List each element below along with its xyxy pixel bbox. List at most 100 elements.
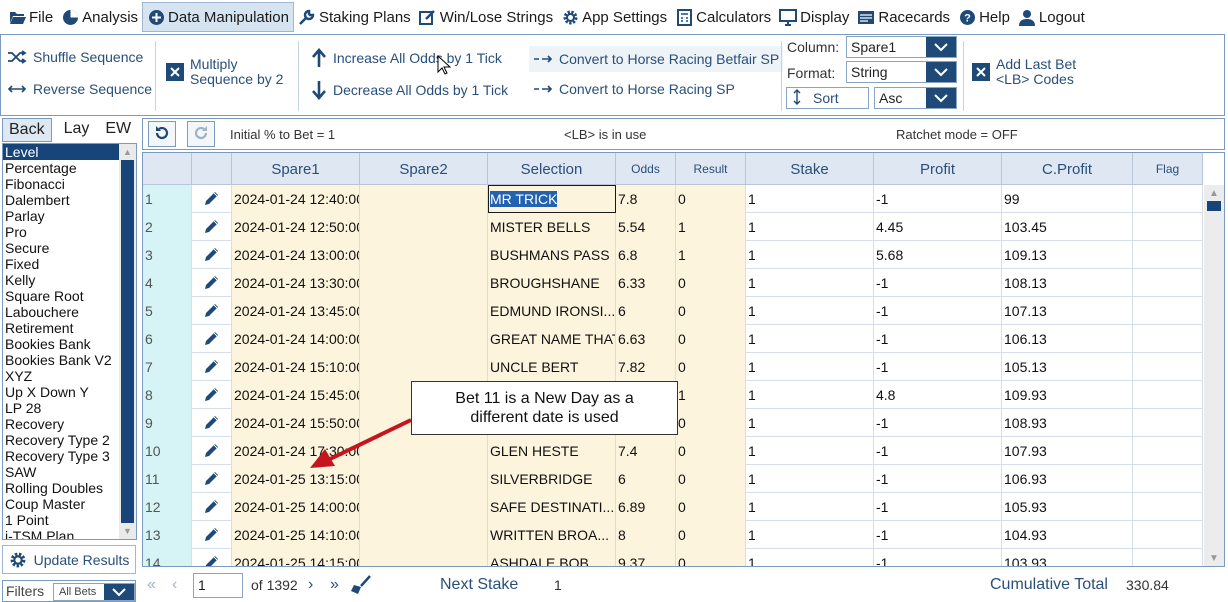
menu-logout[interactable]: Logout [1014,2,1089,32]
cprofit-cell[interactable]: 103.45 [1002,213,1133,241]
spare1-cell[interactable]: 2024-01-25 14:00:00 [232,493,360,521]
cprofit-cell[interactable]: 106.93 [1002,465,1133,493]
spare2-cell[interactable] [360,213,488,241]
profit-cell[interactable]: -1 [874,437,1002,465]
staking-plan-item[interactable]: LP 28 [3,400,136,416]
edit-cell[interactable] [192,325,232,353]
decrease-odds-button[interactable]: Decrease All Odds by 1 Tick [311,80,508,100]
staking-plan-item[interactable]: Pro [3,224,136,240]
shuffle-sequence-button[interactable]: Shuffle Sequence [7,49,143,65]
scroll-up-icon[interactable]: ▲ [119,144,136,160]
table-row[interactable]: 6 2024-01-24 14:00:00 GREAT NAME THAT 6.63 0… [143,325,1203,353]
row-number-cell[interactable]: 10 [143,437,192,465]
edit-cell[interactable] [192,521,232,549]
update-results-button[interactable]: Update Results [2,545,136,574]
flag-cell[interactable] [1133,213,1203,241]
flag-cell[interactable] [1133,409,1203,437]
staking-plan-item[interactable]: i-TSM Plan [3,528,136,539]
undo-button[interactable] [148,121,176,147]
edit-cell[interactable] [192,465,232,493]
edit-cell[interactable] [192,185,232,213]
prev-page-icon[interactable]: ‹ [172,576,177,594]
stake-cell[interactable]: 1 [746,381,874,409]
spare2-cell[interactable] [360,353,488,381]
scroll-down-icon[interactable]: ▼ [119,523,136,539]
staking-plan-item[interactable]: Recovery Type 2 [3,432,136,448]
staking-plan-item[interactable]: Fibonacci [3,176,136,192]
flag-cell[interactable] [1133,437,1203,465]
flag-cell[interactable] [1133,185,1203,213]
table-row[interactable]: 7 2024-01-24 15:10:00 UNCLE BERT 7.82 0 1 -1 10… [143,353,1203,381]
table-row[interactable]: 14 2024-01-25 14:15:00 ASHDALE BOB 9.37 0 1 -1… [143,549,1203,566]
spare1-cell[interactable]: 2024-01-24 17:30:00 [232,437,360,465]
profit-cell[interactable]: 5.68 [874,241,1002,269]
flag-cell[interactable] [1133,521,1203,549]
header-spare2[interactable]: Spare2 [360,153,488,185]
odds-cell[interactable]: 7.82 [616,353,676,381]
tab-ew[interactable]: EW [99,118,137,142]
header-result[interactable]: Result [676,153,746,185]
scrollbar-thumb[interactable] [121,160,134,523]
pencil-icon[interactable] [203,301,221,322]
edit-cell[interactable] [192,437,232,465]
staking-plan-item[interactable]: SAW [3,464,136,480]
profit-cell[interactable]: -1 [874,185,1002,213]
edit-cell[interactable] [192,241,232,269]
table-row[interactable]: 4 2024-01-24 13:30:00 BROUGHSHANE 6.33 0 1 -1 1… [143,269,1203,297]
add-last-bet-button[interactable]: Add Last Bet <LB> Codes [972,57,1076,87]
result-cell[interactable]: 0 [676,549,746,566]
selection-cell[interactable]: BUSHMANS PASS [488,241,616,269]
stake-cell[interactable]: 1 [746,269,874,297]
row-number-cell[interactable]: 4 [143,269,192,297]
stake-cell[interactable]: 1 [746,185,874,213]
grid-scrollbar[interactable]: ▲ ▼ [1204,185,1224,566]
pencil-icon[interactable] [203,497,221,518]
odds-cell[interactable]: 9.37 [616,549,676,566]
stake-cell[interactable]: 1 [746,241,874,269]
convert-sp-button[interactable]: Convert to Horse Racing SP [533,81,735,97]
staking-plan-item[interactable]: Parlay [3,208,136,224]
odds-cell[interactable]: 8 [616,521,676,549]
cprofit-cell[interactable]: 106.13 [1002,325,1133,353]
staking-plan-item[interactable]: 1 Point [3,512,136,528]
menu-file[interactable]: File [4,2,57,32]
edit-cell[interactable] [192,269,232,297]
odds-cell[interactable]: 6 [616,297,676,325]
stake-cell[interactable]: 1 [746,437,874,465]
result-cell[interactable]: 0 [676,409,746,437]
cprofit-cell[interactable]: 105.13 [1002,353,1133,381]
edit-cell[interactable] [192,493,232,521]
header-flag[interactable]: Flag [1133,153,1203,185]
staking-plan-item[interactable]: Secure [3,240,136,256]
stake-cell[interactable]: 1 [746,521,874,549]
row-number-cell[interactable]: 12 [143,493,192,521]
row-number-cell[interactable]: 7 [143,353,192,381]
table-row[interactable]: 5 2024-01-24 13:45:00 EDMUND IRONSI... 6 0 1-… [143,297,1203,325]
flag-cell[interactable] [1133,493,1203,521]
spare2-cell[interactable] [360,549,488,566]
staking-plan-item[interactable]: Up X Down Y [3,384,136,400]
header-profit[interactable]: Profit [874,153,1002,185]
result-cell[interactable]: 1 [676,381,746,409]
table-row[interactable]: 1 2024-01-24 12:40:00 MR TRICK 7.8 0 1 -1 99 [143,185,1203,213]
scroll-down-icon[interactable]: ▼ [1204,550,1224,566]
tab-lay[interactable]: Lay [58,118,96,142]
result-cell[interactable]: 0 [676,437,746,465]
table-row[interactable]: 12 2024-01-25 14:00:00 SAFE DESTINATI... 6.… [143,493,1203,521]
table-row[interactable]: 10 2024-01-24 17:30:00 GLEN HESTE 7.4 0 1 -1 10… [143,437,1203,465]
result-cell[interactable]: 0 [676,465,746,493]
selection-cell[interactable]: WRITTEN BROA... [488,521,616,549]
spare1-cell[interactable]: 2024-01-24 14:00:00 [232,325,360,353]
cprofit-cell[interactable]: 107.13 [1002,297,1133,325]
result-cell[interactable]: 0 [676,521,746,549]
profit-cell[interactable]: 4.8 [874,381,1002,409]
selection-cell[interactable]: SAFE DESTINATI... [488,493,616,521]
staking-plan-item[interactable]: Bookies Bank [3,336,136,352]
pencil-icon[interactable] [203,525,221,546]
profit-cell[interactable]: -1 [874,521,1002,549]
pencil-icon[interactable] [203,329,221,350]
spare1-cell[interactable]: 2024-01-24 15:10:00 [232,353,360,381]
profit-cell[interactable]: -1 [874,325,1002,353]
staking-plan-item[interactable]: XYZ [3,368,136,384]
profit-cell[interactable]: -1 [874,269,1002,297]
